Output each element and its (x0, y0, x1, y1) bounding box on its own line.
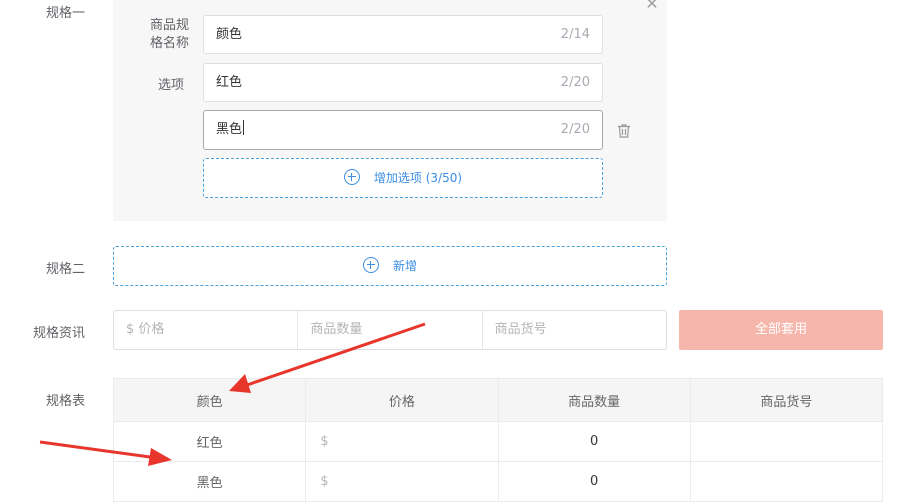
plus-circle-icon (343, 169, 360, 185)
col-header-sku: 商品货号 (689, 378, 884, 422)
text-caret (243, 120, 245, 135)
spec-table-label: 规格表 (46, 394, 86, 409)
add-option-label: 增加选项 (3/50) (373, 171, 463, 185)
sku-input[interactable]: 商品货号 (483, 311, 666, 349)
option-input-1[interactable]: 红色 2/20 (203, 63, 603, 102)
apply-all-button[interactable]: 全部套用 (679, 310, 883, 350)
spec-table: 颜色 价格 商品数量 商品货号 红色 $ 0 黑色 $ 0 (112, 378, 884, 502)
options-label: 选项 (158, 78, 185, 93)
trash-icon[interactable] (616, 123, 632, 139)
add-spec-button[interactable]: 新增 (113, 246, 667, 286)
col-header-price: 价格 (305, 378, 499, 422)
option-value: 红色 (216, 75, 243, 90)
spec-info-label: 规格资讯 (33, 326, 86, 341)
spec1-label: 规格一 (46, 6, 86, 21)
table-header-row: 颜色 价格 商品数量 商品货号 (112, 378, 884, 422)
cell-quantity-input[interactable]: 0 (497, 461, 691, 502)
price-input[interactable]: $ 价格 (114, 311, 299, 349)
spec-name-count: 2/14 (560, 27, 590, 42)
add-option-button[interactable]: 增加选项 (3/50) (203, 158, 603, 198)
close-icon[interactable]: ✕ (644, 0, 660, 12)
table-row: 黑色 $ 0 (112, 461, 884, 502)
cell-quantity-input[interactable]: 0 (497, 421, 691, 462)
option-count: 2/20 (560, 75, 590, 90)
option-value-focused: 黑色 (216, 111, 245, 149)
spec-name-input[interactable]: 颜色 2/14 (203, 15, 603, 54)
table-row: 红色 $ 0 (112, 421, 884, 462)
cell-price-input[interactable]: $ (305, 461, 499, 502)
cell-color: 红色 (112, 421, 307, 462)
spec-name-label: 商品规格名称 (149, 18, 189, 51)
add-spec-label: 新增 (392, 259, 417, 273)
quantity-input[interactable]: 商品数量 (298, 311, 483, 349)
spec-name-value: 颜色 (216, 27, 243, 42)
spec2-label: 规格二 (46, 262, 86, 277)
option-count: 2/20 (560, 122, 590, 137)
option-value-text: 黑色 (216, 122, 243, 137)
col-header-quantity: 商品数量 (497, 378, 691, 422)
cell-sku-input[interactable] (689, 461, 884, 502)
cell-sku-input[interactable] (689, 421, 884, 462)
option-input-2[interactable]: 黑色 2/20 (203, 110, 603, 150)
cell-color: 黑色 (112, 461, 307, 502)
plus-circle-icon (362, 257, 379, 273)
spec-info-inputs: $ 价格 商品数量 商品货号 (113, 310, 667, 350)
cell-price-input[interactable]: $ (305, 421, 499, 462)
col-header-color: 颜色 (112, 378, 307, 422)
